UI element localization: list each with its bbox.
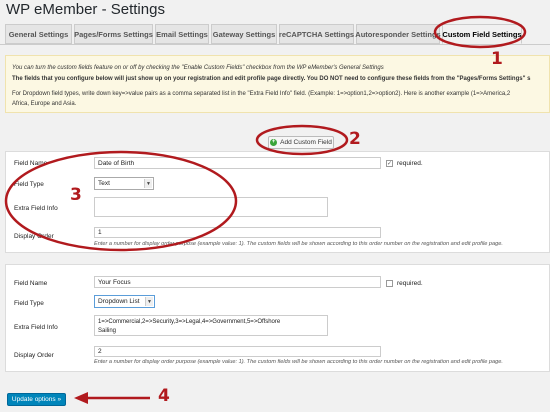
field-type-select[interactable]: Dropdown List ▼ xyxy=(94,295,155,308)
field-name-label: Field Name xyxy=(14,280,48,287)
extra-field-info-textarea[interactable] xyxy=(94,197,328,217)
extra-field-info-line: Sailing xyxy=(98,327,117,334)
field-name-input[interactable]: Date of Birth xyxy=(94,157,381,169)
tabs-divider xyxy=(0,44,550,45)
display-order-hint: Enter a number for display order purpose… xyxy=(94,359,503,365)
annotation-number-3: 3 xyxy=(70,185,82,205)
display-order-label: Display Order xyxy=(14,352,54,359)
field-type-value: Text xyxy=(98,180,110,187)
tab-general-settings[interactable]: General Settings xyxy=(5,24,72,44)
field-name-input[interactable]: Your Focus xyxy=(94,276,381,288)
required-label: required. xyxy=(397,280,423,287)
annotation-number-1: 1 xyxy=(491,49,503,69)
tab-gateway-settings[interactable]: Gateway Settings xyxy=(211,24,277,44)
field-type-label: Field Type xyxy=(14,181,44,188)
tab-custom-field-settings[interactable]: Custom Field Settings xyxy=(442,24,522,44)
notice-line-3: For Dropdown field types, write down key… xyxy=(12,91,511,97)
required-checkbox[interactable]: ✓ xyxy=(386,160,393,167)
display-order-input[interactable]: 2 xyxy=(94,346,381,357)
notice-line-4: Africa, Europe and Asia. xyxy=(12,101,77,107)
notice-line-1: You can turn the custom fields feature o… xyxy=(12,65,384,71)
notice-line-2: The fields that you configure below will… xyxy=(12,76,531,82)
field-type-label: Field Type xyxy=(14,300,44,307)
add-custom-field-label: Add Custom Field xyxy=(280,139,332,146)
info-notice: You can turn the custom fields feature o… xyxy=(5,55,550,113)
display-order-label: Display Order xyxy=(14,233,54,240)
add-custom-field-button[interactable]: + Add Custom Field xyxy=(268,136,334,149)
tab-pages-forms-settings[interactable]: Pages/Forms Settings xyxy=(74,24,153,44)
extra-field-info-line: 1=>Commercial,2=>Security,3=>Legal,4=>Go… xyxy=(98,319,281,325)
required-checkbox[interactable] xyxy=(386,280,393,287)
display-order-hint: Enter a number for display order purpose… xyxy=(94,241,503,247)
extra-field-info-textarea[interactable]: 1=>Commercial,2=>Security,3=>Legal,4=>Go… xyxy=(94,315,328,336)
chevron-down-icon: ▼ xyxy=(145,297,153,306)
field-type-select[interactable]: Text ▼ xyxy=(94,177,154,190)
custom-field-panel-2: Field Name Your Focus required. Field Ty… xyxy=(5,264,550,372)
annotation-number-4: 4 xyxy=(158,386,170,406)
settings-tabs: General Settings Pages/Forms Settings Em… xyxy=(5,24,550,44)
custom-field-panel-1: Field Name Date of Birth ✓ required. Fie… xyxy=(5,151,550,253)
chevron-down-icon: ▼ xyxy=(144,179,152,188)
annotation-arrowhead-4 xyxy=(74,392,88,404)
plus-circle-icon: + xyxy=(270,139,278,146)
display-order-input[interactable]: 1 xyxy=(94,227,381,238)
field-type-value: Dropdown List xyxy=(98,298,140,305)
annotation-number-2: 2 xyxy=(349,129,361,149)
tab-recaptcha-settings[interactable]: reCAPTCHA Settings xyxy=(279,24,354,44)
extra-field-info-label: Extra Field Info xyxy=(14,205,58,212)
page-title: WP eMember - Settings xyxy=(6,1,165,18)
update-options-button[interactable]: Update options » xyxy=(7,393,66,406)
tab-email-settings[interactable]: Email Settings xyxy=(155,24,209,44)
tab-autoresponder-settings[interactable]: Autoresponder Settings xyxy=(355,24,441,44)
extra-field-info-label: Extra Field Info xyxy=(14,324,58,331)
field-name-label: Field Name xyxy=(14,160,48,167)
required-label: required. xyxy=(397,160,423,167)
